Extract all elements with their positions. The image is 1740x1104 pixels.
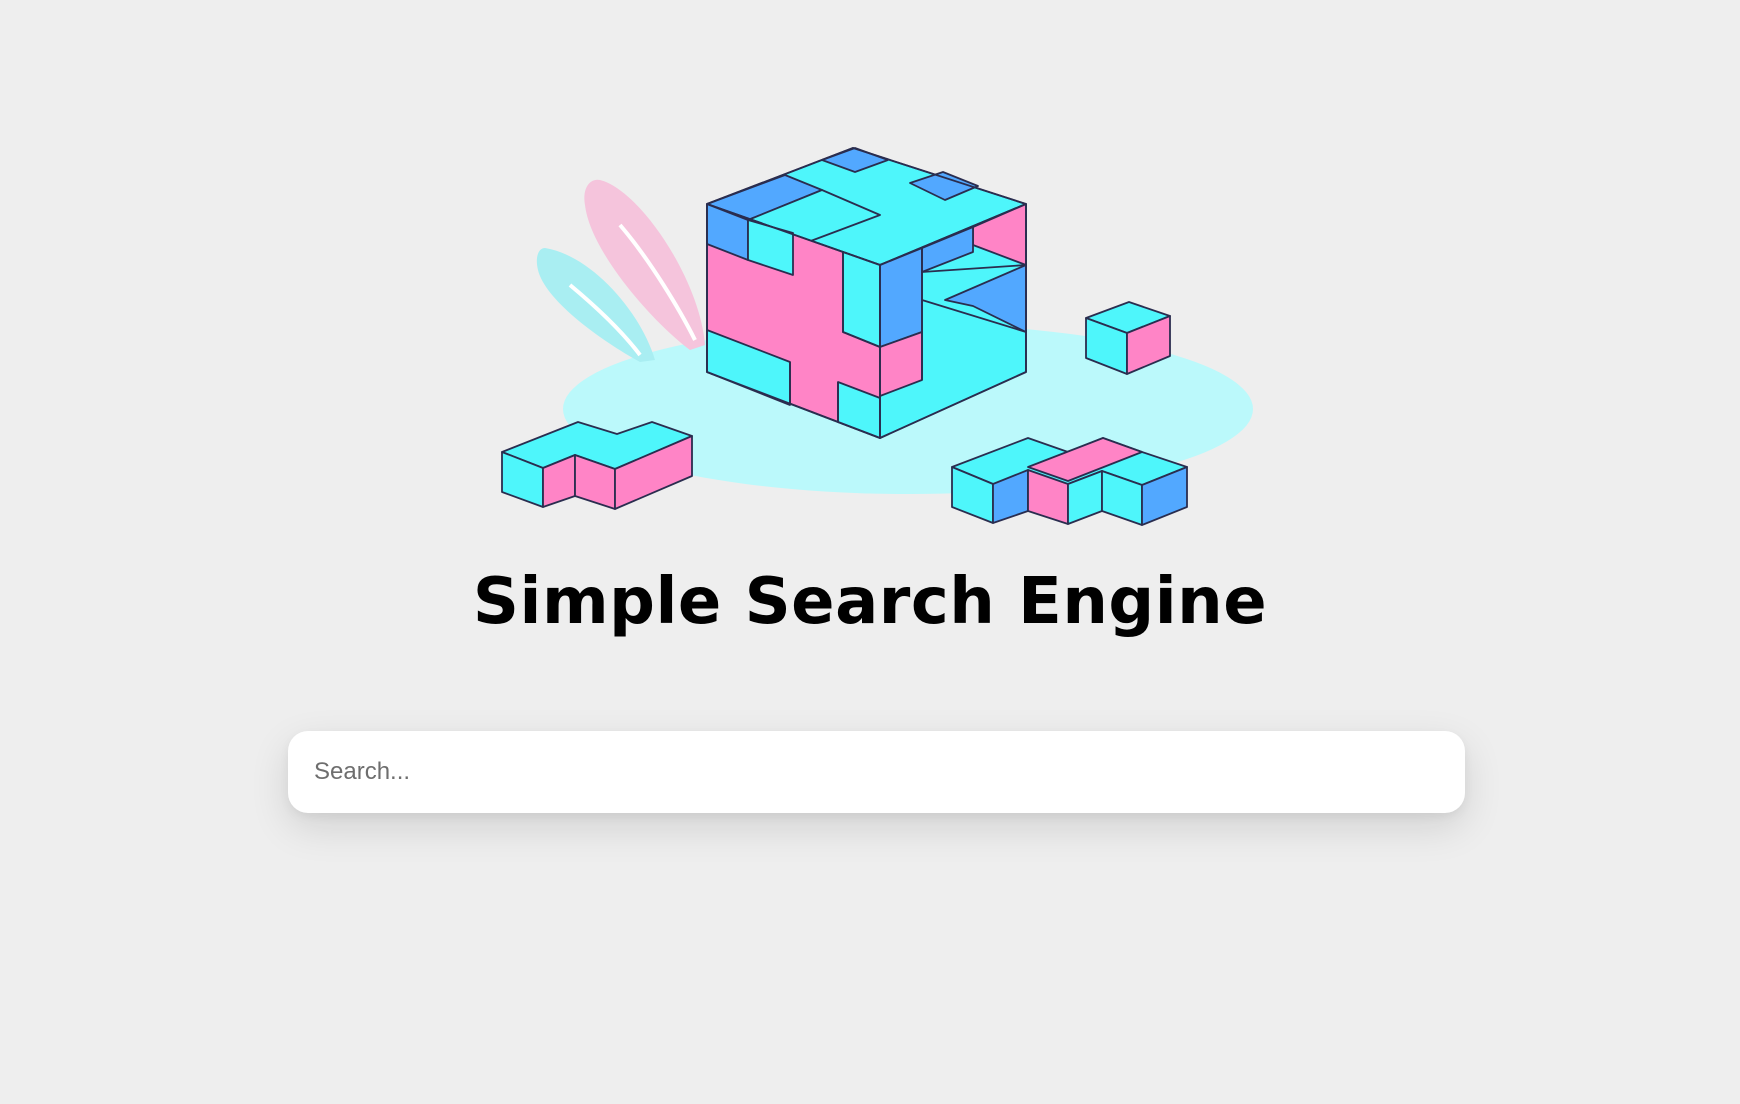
search-home-page: Simple Search Engine (0, 0, 1740, 1104)
puzzle-cube-illustration (501, 147, 1253, 526)
search-input[interactable] (288, 731, 1465, 813)
page-title: Simple Search Engine (472, 565, 1268, 639)
leaf-decoration (536, 179, 705, 362)
left-tetromino-block (501, 421, 693, 510)
search-box (288, 731, 1465, 813)
